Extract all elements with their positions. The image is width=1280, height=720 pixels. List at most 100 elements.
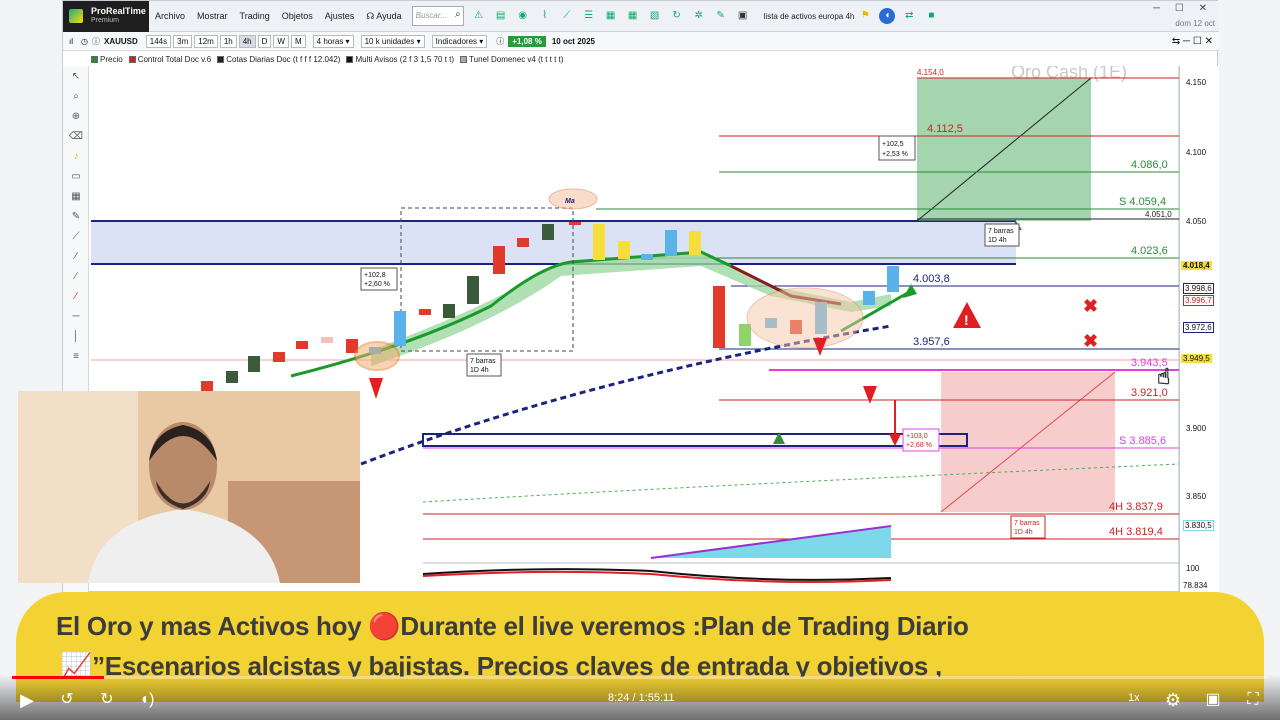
line-chart-icon[interactable]: ⌇ bbox=[537, 8, 553, 24]
tf-3m[interactable]: 3m bbox=[173, 34, 193, 48]
alert-icon[interactable]: ⚠ bbox=[471, 8, 487, 24]
list-icon[interactable]: ☰ bbox=[581, 8, 597, 24]
level-label: 4H 3.837,9 bbox=[1109, 501, 1163, 513]
legend-item-avisos[interactable]: Multi Avisos (2 f 3 1,5 70 t t) bbox=[346, 52, 454, 66]
warning-mark: ! bbox=[964, 312, 969, 328]
settings-gear-icon[interactable]: ⚙ bbox=[1160, 688, 1186, 712]
level-label: 4H 3.819,4 bbox=[1109, 526, 1163, 538]
play-icon[interactable]: ▶ bbox=[14, 688, 40, 712]
legend-label: Cotas Diarias Doc (t f f f 12.042) bbox=[226, 54, 341, 64]
period-select[interactable]: 4 horas ▾ bbox=[312, 34, 354, 48]
period-label: 4 horas bbox=[316, 36, 344, 46]
legend-item-control[interactable]: Control Total Doc v.6 bbox=[128, 52, 212, 66]
annotation-text: 7 barras bbox=[470, 358, 496, 365]
globe-icon[interactable]: ◉ bbox=[515, 8, 531, 24]
clock-icon[interactable]: ◷ bbox=[81, 37, 88, 46]
fullscreen-icon[interactable]: ⛶ bbox=[1240, 688, 1266, 712]
brand-sub: Premium bbox=[91, 16, 120, 24]
timecode: 8:24 / 1:55:11 bbox=[608, 692, 675, 704]
legend-item-precio[interactable]: Precio bbox=[91, 52, 123, 66]
presenter-figure bbox=[18, 391, 360, 583]
pen-icon[interactable]: ✎ bbox=[67, 208, 85, 226]
menu-objetos[interactable]: Objetos bbox=[276, 11, 319, 21]
menu-ayuda[interactable]: ☊ Ayuda bbox=[360, 11, 407, 22]
trend-green-icon[interactable]: ∕ bbox=[67, 268, 85, 286]
rewind-10-icon[interactable]: ↺ bbox=[54, 688, 80, 712]
watchlist-name[interactable]: lista de activos europa 4h bbox=[764, 12, 855, 21]
playback-speed[interactable]: 1x bbox=[1128, 692, 1140, 704]
info-circle-icon[interactable]: ⓘ bbox=[496, 36, 504, 47]
legend-label: Precio bbox=[100, 54, 123, 64]
candle bbox=[443, 304, 455, 318]
bell-icon[interactable]: ♪ bbox=[67, 148, 85, 166]
volume-icon[interactable]: ◖ bbox=[879, 8, 896, 24]
indicators-button[interactable]: Indicadores ▾ bbox=[431, 34, 488, 48]
tf-d[interactable]: D bbox=[257, 34, 272, 48]
menu-ajustes[interactable]: Ajustes bbox=[319, 11, 361, 21]
refresh-icon[interactable]: ↻ bbox=[669, 8, 685, 24]
window-controls[interactable]: ─ ☐ ✕ bbox=[1153, 3, 1213, 14]
search-input[interactable]: Buscar... ⌕ bbox=[411, 6, 464, 26]
units-label: 10 k unidades bbox=[364, 36, 415, 46]
vline-icon[interactable]: │ bbox=[67, 328, 85, 346]
menu-trading[interactable]: Trading bbox=[234, 11, 276, 21]
units-select[interactable]: 10 k unidades ▾ bbox=[360, 34, 425, 48]
candle bbox=[226, 371, 238, 383]
menu-archivo[interactable]: Archivo bbox=[149, 11, 191, 21]
trend-red-icon[interactable]: ∕ bbox=[67, 288, 85, 306]
menubar: ProRealTime Premium Archivo Mostrar Trad… bbox=[63, 0, 1219, 32]
line-tool-icon[interactable]: ⟋ bbox=[67, 228, 85, 246]
tf-w[interactable]: W bbox=[273, 34, 289, 48]
search-icon[interactable]: ⌕ bbox=[455, 9, 461, 20]
legend-swatch bbox=[460, 55, 468, 63]
progress-fill[interactable] bbox=[12, 676, 104, 679]
legend-label: Control Total Doc v.6 bbox=[137, 54, 212, 64]
zoom-area-icon[interactable]: ⊕ bbox=[67, 108, 85, 126]
candle bbox=[593, 224, 605, 260]
tf-1h[interactable]: 1h bbox=[219, 34, 237, 48]
cursor-icon[interactable]: ↖ bbox=[67, 68, 85, 86]
level-label: 4.154,0 bbox=[917, 68, 944, 77]
edit-icon[interactable]: ✎ bbox=[713, 8, 729, 24]
ray-icon[interactable]: ∕ bbox=[67, 248, 85, 266]
chart-window-controls[interactable]: ⇆ ─ ☐ ✕ bbox=[1172, 36, 1213, 47]
layout-icon[interactable]: ■ bbox=[923, 8, 939, 24]
tf-12m[interactable]: 12m bbox=[194, 34, 218, 48]
search-placeholder: Buscar... bbox=[415, 11, 447, 20]
miniplayer-icon[interactable]: ▣ bbox=[1200, 688, 1226, 712]
hline-icon[interactable]: ─ bbox=[67, 308, 85, 326]
tf-4h[interactable]: 4h bbox=[238, 34, 256, 48]
grid-tool-icon[interactable]: ▦ bbox=[67, 188, 85, 206]
eraser-icon[interactable]: ⌫ bbox=[67, 128, 85, 146]
grid-icon[interactable]: ▦ bbox=[625, 8, 641, 24]
menu-mostrar[interactable]: Mostrar bbox=[191, 11, 234, 21]
chart-icon[interactable]: ▤ bbox=[493, 8, 509, 24]
annotation-text: 1D 4h bbox=[470, 367, 489, 374]
trend-icon[interactable]: ⟋ bbox=[559, 8, 575, 24]
screener-icon[interactable]: ▦ bbox=[603, 8, 619, 24]
save-icon[interactable]: ▣ bbox=[735, 8, 751, 24]
sync-icon[interactable]: ⇄ bbox=[901, 8, 917, 24]
tf-m[interactable]: M bbox=[290, 34, 306, 48]
legend-item-cotas[interactable]: Cotas Diarias Doc (t f f f 12.042) bbox=[217, 52, 340, 66]
settings-icon[interactable]: ✲ bbox=[691, 8, 707, 24]
headset-icon: ☊ bbox=[366, 10, 375, 21]
ruler-icon[interactable]: ▭ bbox=[67, 168, 85, 186]
fib-icon[interactable]: ≡ bbox=[67, 348, 85, 366]
info-icon[interactable]: ⓘ bbox=[92, 36, 100, 47]
legend-item-tunel[interactable]: Tunel Domenec v4 (t t t t t) bbox=[460, 52, 563, 66]
volume-icon[interactable]: ◖) bbox=[134, 688, 160, 712]
symbol-label[interactable]: XAUUSD bbox=[104, 37, 138, 46]
progress-track[interactable] bbox=[12, 676, 1268, 679]
level-label: 4.051,0 bbox=[1145, 210, 1172, 219]
price-tag: 3.830,5 bbox=[1183, 520, 1214, 531]
zoom-icon[interactable]: ⌕ bbox=[67, 88, 85, 106]
forward-10-icon[interactable]: ↻ bbox=[94, 688, 120, 712]
legend-swatch bbox=[128, 55, 136, 63]
price-axis: 4.150 4.100 4.050 4.018,4 3.998,6 3.996,… bbox=[1179, 66, 1219, 593]
brand-name: ProRealTime bbox=[91, 5, 146, 16]
portfolio-icon[interactable]: ▧ bbox=[647, 8, 663, 24]
tf-144s[interactable]: 144s bbox=[145, 34, 172, 48]
ma-label: Ma bbox=[565, 198, 575, 205]
flag-icon[interactable]: ⚑ bbox=[857, 8, 873, 24]
